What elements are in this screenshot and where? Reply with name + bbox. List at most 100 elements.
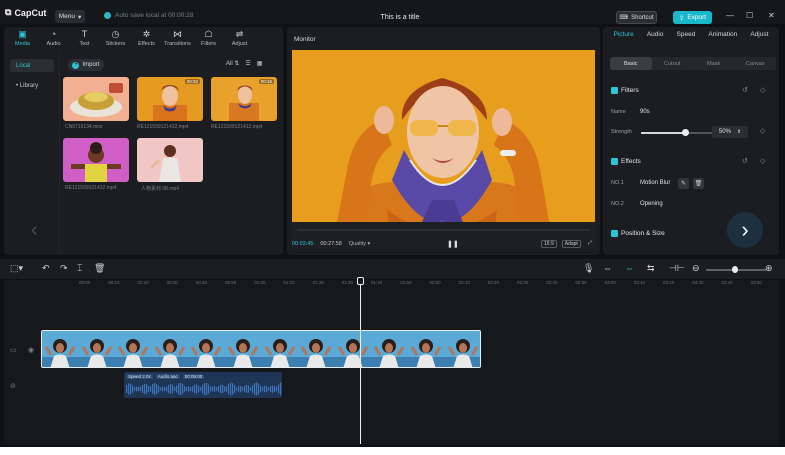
preview-axis-icon[interactable]: ⊣⊢ [669,263,685,274]
filters-icon: ☖ [204,29,213,39]
checkbox-icon[interactable] [611,87,618,94]
split-icon[interactable]: ⌶ [77,263,82,274]
zoom-slider[interactable] [706,266,766,273]
document-title[interactable]: This is a title [360,14,440,21]
delete-icon[interactable]: 🗑 [693,178,704,189]
linkage-icon[interactable]: ⇆ [647,263,655,274]
zoom-out-icon[interactable]: ⊖ [692,263,700,274]
subtab-canvas[interactable]: Canvas [735,57,777,70]
export-button[interactable]: ⇪ Export [673,11,712,24]
timeline[interactable]: 00:00 00:10 00:20 00:30 00:40 00:50 01:00 01:10… [4,277,779,444]
tab-audio[interactable]: ◔ Audio [38,27,69,49]
playhead-handle[interactable] [357,277,364,285]
strength-input[interactable]: 50% ⇕ [712,126,748,138]
media-icon: ▣ [18,29,27,39]
keyframe-icon[interactable]: ◇ [760,157,765,165]
tab-speed[interactable]: Speed [677,31,696,47]
redo-icon[interactable]: ↷ [60,263,68,274]
strength-slider-handle[interactable] [681,129,689,136]
waveform-bar [168,384,170,394]
tab-adjust-props[interactable]: Adjust [750,31,768,47]
waveform-bar [142,384,144,394]
tab-media[interactable]: ▣ Media [7,27,38,49]
checkbox-icon[interactable] [611,230,618,237]
nav-library[interactable]: • Library [10,79,54,92]
zoom-slider-handle[interactable] [732,266,738,273]
video-frame-thumbnail [188,331,226,367]
close-icon[interactable]: ✕ [768,11,775,20]
chevron-left-icon[interactable]: ‹ [31,219,38,242]
zoom-in-icon[interactable]: ⊕ [765,263,773,274]
minimize-icon[interactable]: — [726,11,734,20]
tab-picture[interactable]: Picture [614,31,634,47]
maximize-icon[interactable]: ☐ [746,11,753,20]
tab-filters[interactable]: ☖ Filters [193,27,224,49]
subtab-cutout[interactable]: Cutout [652,57,694,70]
shortcut-button[interactable]: ⌨ Shortcut [616,11,657,24]
media-left-nav: Local • Library [10,59,54,99]
menu-button[interactable]: Menu ▾ [55,10,85,23]
undo-icon[interactable]: ↶ [42,263,50,274]
waveform-bar [268,387,270,391]
ratio-button[interactable]: 16:9 [541,240,557,248]
magnet-icon[interactable]: ⇔ [625,263,634,273]
waveform-bar [146,384,148,394]
tab-transitions[interactable]: ⋈ Transitions [162,27,193,49]
stepper-icon[interactable]: ⇕ [737,129,741,135]
nav-local[interactable]: Local [10,59,54,72]
checkbox-icon[interactable] [611,158,618,165]
ruler-tick-label: 01:10 [283,280,295,285]
video-frame-thumbnail [444,331,480,367]
waveform-bar [244,386,246,392]
track-lock-icon[interactable]: ▭ [10,346,17,354]
fullscreen-icon[interactable]: ⤢ [586,240,594,248]
edit-icon[interactable]: ✎ [678,178,689,189]
chevron-right-icon[interactable]: › [727,212,763,248]
microphone-icon[interactable]: 🎙 [583,263,594,274]
waveform-bar [220,384,222,394]
import-button[interactable]: + Import [68,59,104,71]
keyframe-icon[interactable]: ◇ [760,127,765,135]
media-thumbnail[interactable]: 00:32 [137,77,203,121]
eye-icon[interactable]: ◉ [28,346,34,354]
link-icon[interactable]: ⇔ [603,263,612,273]
waveform-bar [258,383,260,395]
ruler-tick-label: 02:00 [429,280,441,285]
strength-slider[interactable] [641,129,714,136]
delete-icon[interactable]: 🗑 [94,263,105,274]
tab-audio-props[interactable]: Audio [647,31,664,47]
thumbnail-name: RE121509121412.mp4 [65,185,117,191]
list-view-icon[interactable]: ☰ [245,60,250,67]
filters-section[interactable]: Filters [611,87,639,94]
effects-section[interactable]: Effects [611,158,641,165]
tab-stickers[interactable]: ◷ Stickers [100,27,131,49]
audio-clip[interactable]: Speed 2.0x Audio.aac 00:05:00 [124,372,282,398]
quality-dropdown[interactable]: Quality ▾ [349,241,370,247]
select-tool-icon[interactable]: ⬚▾ [10,263,23,274]
waveform-bar [212,386,214,392]
reset-icon[interactable]: ↺ [742,86,748,94]
video-preview[interactable] [292,50,595,249]
subtab-mask[interactable]: Mask [693,57,735,70]
media-thumbnail[interactable] [63,77,129,121]
media-thumbnail[interactable] [137,138,203,182]
subtab-basic[interactable]: Basic [610,57,652,70]
timeline-ruler[interactable]: 00:00 00:10 00:20 00:30 00:40 00:50 01:00 01:10… [79,280,779,290]
waveform-bar [194,384,196,394]
pause-icon[interactable]: ❚❚ [447,240,459,248]
grid-view-icon[interactable]: ▦ [257,60,263,67]
video-clip[interactable] [41,330,481,368]
playhead[interactable] [360,279,361,444]
adapt-button[interactable]: Adapt [561,240,581,248]
position-size-section[interactable]: Position & Size [611,230,665,237]
media-thumbnail[interactable] [63,138,129,182]
tab-effects[interactable]: ✲ Effects [131,27,162,49]
audio-track-icon[interactable]: ⊘ [10,382,16,390]
keyframe-icon[interactable]: ◇ [760,86,765,94]
tab-text[interactable]: T Text [69,27,100,49]
filter-all-dropdown[interactable]: All ⇅ [226,60,239,67]
tab-animation[interactable]: Animation [708,31,737,47]
media-thumbnail[interactable]: 00:15 [211,77,277,121]
tab-adjust[interactable]: ⇌ Adjust [224,27,255,49]
reset-icon[interactable]: ↺ [742,157,748,165]
